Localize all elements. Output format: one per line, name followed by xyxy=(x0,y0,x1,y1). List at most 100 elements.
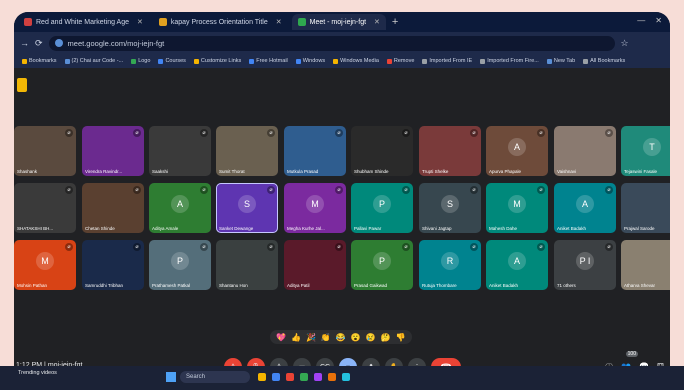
participant-tile[interactable]: ⌀Prajwal Sarode xyxy=(621,183,670,233)
close-window-icon[interactable]: ✕ xyxy=(655,16,662,25)
reactions-bar: 💖 👍 🎉 👏 😂 😮 😢 🤔 👎 xyxy=(270,330,412,344)
participant-tile[interactable]: ⌀ M Mohsin Pathan xyxy=(14,240,76,290)
participant-name: Mohsin Pathan xyxy=(17,283,48,288)
bookmark-item[interactable]: Customize Links xyxy=(193,58,242,64)
reaction-emoji[interactable]: 😮 xyxy=(351,333,361,342)
bookmark-item[interactable]: Bookmarks xyxy=(22,58,57,64)
reaction-emoji[interactable]: 😢 xyxy=(366,333,376,342)
participant-tile[interactable]: ⌀ Virendra Ravindr... xyxy=(82,126,144,176)
participant-tile[interactable]: ⌀ S Shivani Jagtap xyxy=(419,183,481,233)
mic-muted-icon: ⌀ xyxy=(537,186,545,194)
mic-muted-icon: ⌀ xyxy=(470,186,478,194)
participant-tile[interactable]: ⌀ A Aditya Amale xyxy=(149,183,211,233)
participant-tile[interactable]: ⌀ Sumit Thorat xyxy=(216,126,278,176)
site-info-icon[interactable] xyxy=(54,39,63,47)
reaction-emoji[interactable]: 👍 xyxy=(291,333,301,342)
close-icon[interactable]: ✕ xyxy=(276,18,282,26)
tab-favicon-icon xyxy=(297,18,306,26)
tab-label: kapay Process Orientation Title xyxy=(170,18,268,26)
bookmark-icon xyxy=(295,58,301,64)
bookmark-icon xyxy=(386,58,392,64)
reload-icon[interactable]: ⟳ xyxy=(35,38,43,49)
participant-tile[interactable]: ⌀TTejaswini Fasale xyxy=(621,126,670,176)
participant-tile[interactable]: ⌀ R Rutuja Thombare xyxy=(419,240,481,290)
participant-tile[interactable]: ⌀ A Aniket Badakh xyxy=(486,240,548,290)
tab-marketing[interactable]: Red and White Marketing Age ✕ xyxy=(18,14,149,30)
app-icon[interactable] xyxy=(286,373,294,381)
participant-name: Apurva Phapale xyxy=(489,169,522,174)
bookmark-item[interactable]: Imported From IE xyxy=(422,58,472,64)
participant-tile[interactable]: ⌀ Vaishnavi xyxy=(554,126,616,176)
app-icon[interactable] xyxy=(300,373,308,381)
participant-tile[interactable]: ⌀ M Megha Kurhe Jal... xyxy=(284,183,346,233)
app-icon[interactable] xyxy=(314,373,322,381)
bookmark-item[interactable]: Free Hotmail xyxy=(249,58,288,64)
participant-tile[interactable]: ⌀ Mutkula Prasad xyxy=(284,126,346,176)
participant-tile[interactable]: ⌀ Samruddhi Tribhan xyxy=(82,240,144,290)
bookmark-item[interactable]: Windows Media xyxy=(333,58,379,64)
bookmark-item[interactable]: Logo xyxy=(131,58,150,64)
participant-tile[interactable]: ⌀ P I 71 others xyxy=(554,240,616,290)
new-tab-icon[interactable]: + xyxy=(392,16,398,28)
participant-name: Prajwal Sarode xyxy=(624,226,655,231)
bookmark-item[interactable]: Imported From Fire... xyxy=(480,58,539,64)
participant-tile[interactable]: ⌀ Shantanu Hon xyxy=(216,240,278,290)
reaction-emoji[interactable]: 💖 xyxy=(276,333,286,342)
participant-tile[interactable]: ⌀ P Pallavi Pawar xyxy=(351,183,413,233)
participant-tile[interactable]: ⌀ A Aniket Badakh xyxy=(554,183,616,233)
reaction-emoji[interactable]: 🤔 xyxy=(381,333,391,342)
minimize-icon[interactable]: — xyxy=(637,16,645,25)
app-icon[interactable] xyxy=(342,373,350,381)
app-icon[interactable] xyxy=(272,373,280,381)
participant-tile[interactable]: ⌀ P Prathamesh Patkal xyxy=(149,240,211,290)
participant-tile[interactable]: ⌀ S Sanket Dewange xyxy=(216,183,278,233)
star-icon[interactable]: ☆ xyxy=(621,38,629,49)
participant-tile[interactable]: ⌀Atharva Shevar xyxy=(621,240,670,290)
participant-tile[interactable]: ⌀ A Apurva Phapale xyxy=(486,126,548,176)
participant-name: SHATAKSHI BH... xyxy=(17,226,54,231)
close-icon[interactable]: ✕ xyxy=(374,18,380,26)
app-icon[interactable] xyxy=(328,373,336,381)
taskbar-search[interactable]: Search xyxy=(180,371,250,383)
bookmark-icon xyxy=(249,58,255,64)
people-count-badge: 100 xyxy=(625,351,638,357)
avatar: S xyxy=(441,195,459,213)
url-field[interactable]: meet.google.com/moj-iejn-fgt xyxy=(48,35,615,51)
windows-start-icon[interactable] xyxy=(166,372,176,382)
participant-tile[interactable]: ⌀ Saakshi xyxy=(149,126,211,176)
mic-muted-icon: ⌀ xyxy=(65,129,73,137)
reaction-emoji[interactable]: 👎 xyxy=(396,333,406,342)
bookmark-item[interactable]: Remove xyxy=(386,58,414,64)
forward-icon[interactable]: → xyxy=(20,38,29,48)
reaction-emoji[interactable]: 😂 xyxy=(336,333,346,342)
participant-tile[interactable]: ⌀ Chetan Shinde xyxy=(82,183,144,233)
participant-tile[interactable]: ⌀ M Mahesh Dahe xyxy=(486,183,548,233)
mic-muted-icon: ⌀ xyxy=(402,129,410,137)
mic-muted-icon: ⌀ xyxy=(65,186,73,194)
news-widget[interactable]: Trending videos xyxy=(18,370,57,376)
close-icon[interactable]: ✕ xyxy=(137,18,143,26)
bookmark-item[interactable]: Courses xyxy=(158,58,186,64)
avatar: S xyxy=(238,195,256,213)
participant-tile[interactable]: ⌀ Trupti Shelke xyxy=(419,126,481,176)
bookmark-item[interactable]: Windows xyxy=(295,58,325,64)
app-icon[interactable] xyxy=(258,373,266,381)
participant-tile[interactable]: ⌀ Shubham Shinde xyxy=(351,126,413,176)
reaction-emoji[interactable]: 👏 xyxy=(321,333,331,342)
bookmark-label: Customize Links xyxy=(200,58,242,64)
tab-meet[interactable]: Meet - moj-iejn-fgt ✕ xyxy=(291,14,386,30)
participant-tile[interactable]: ⌀ Aditya Patil xyxy=(284,240,346,290)
meet-area: ⌀ Shashank ⌀ Virendra Ravindr... ⌀ Saakshi ⌀ Su… xyxy=(14,68,670,380)
participant-name: Saakshi xyxy=(152,169,169,174)
tab-bar: Red and White Marketing Age ✕ kapay Proce… xyxy=(14,12,670,32)
tab-orientation[interactable]: kapay Process Orientation Title ✕ xyxy=(153,14,288,30)
participant-tile[interactable]: ⌀ SHATAKSHI BH... xyxy=(14,183,76,233)
bookmark-item[interactable]: New Tab xyxy=(546,58,575,64)
bookmark-item[interactable]: All Bookmarks xyxy=(583,58,625,64)
participant-tile[interactable]: ⌀ Shashank xyxy=(14,126,76,176)
mic-muted-icon: ⌀ xyxy=(335,129,343,137)
bookmark-item[interactable]: (2) Chai aur Code -... xyxy=(64,58,123,64)
participant-tile[interactable]: ⌀ P Prasad Gaikwad xyxy=(351,240,413,290)
reaction-emoji[interactable]: 🎉 xyxy=(306,333,316,342)
participant-name: Prasad Gaikwad xyxy=(354,283,388,288)
